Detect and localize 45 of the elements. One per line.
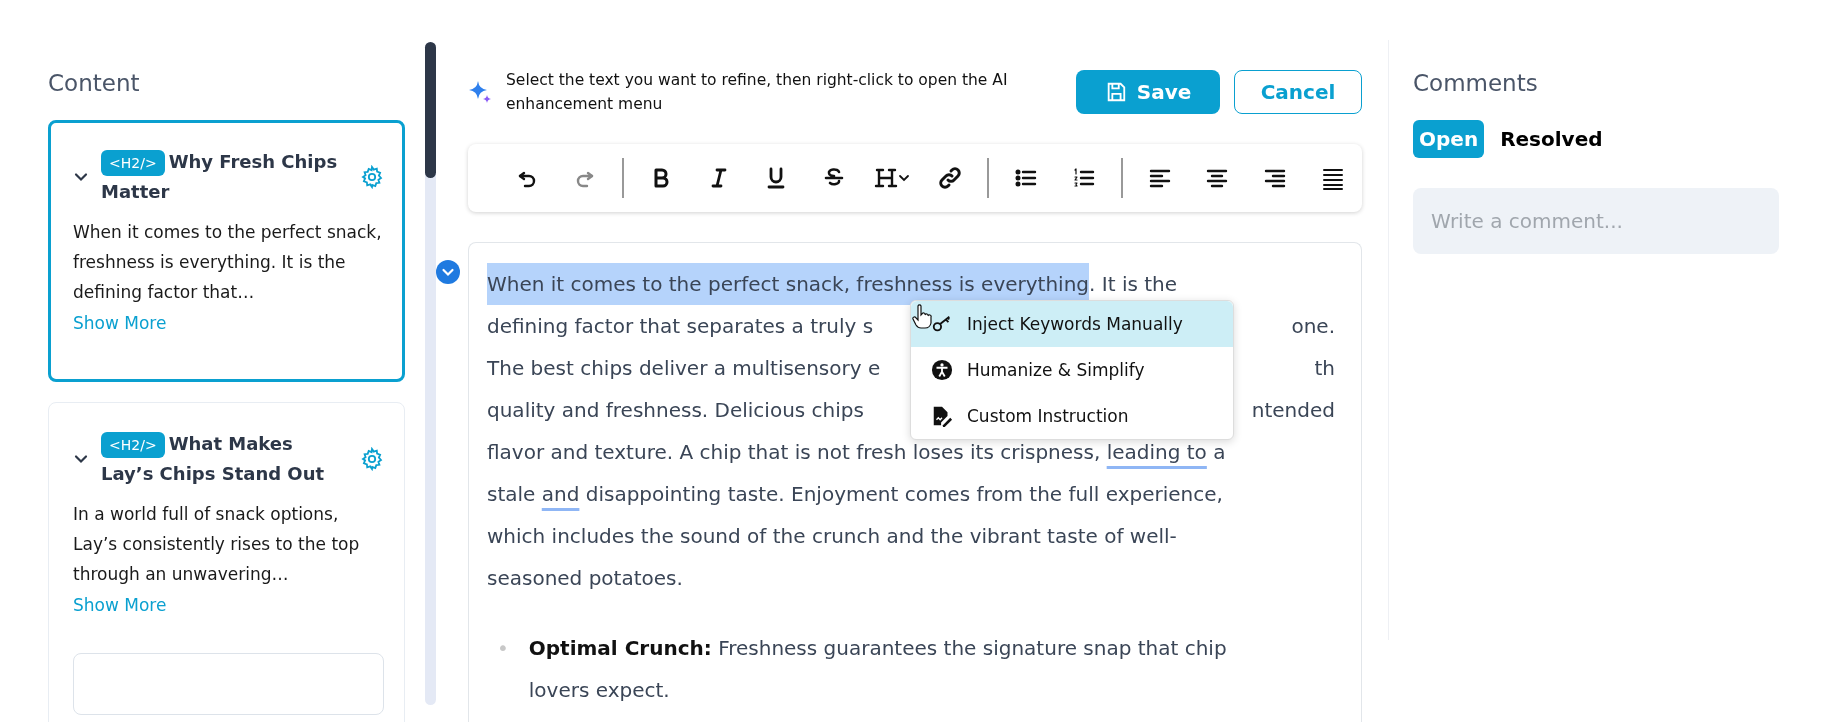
- text-line: . It is the: [1089, 271, 1178, 298]
- chevron-toggle-icon[interactable]: [436, 260, 460, 284]
- text-line: one.: [1291, 313, 1335, 340]
- bullet-text: Optimal Crunch: Freshness guarantees the signature snap that chip lovers expect.: [528, 635, 1228, 704]
- accessibility-icon: [931, 359, 953, 381]
- text-line: a: [1212, 439, 1226, 466]
- section-card[interactable]: <H2/> What Makes Lay’s Chips Stand Out In a world full of snack options, Lay’s consistently rises to the top through an unwavering… Show More: [48, 402, 405, 722]
- text-line: quality and freshness. Delicious chips: [487, 397, 864, 424]
- panel-title: Content: [48, 70, 141, 96]
- text-line: The best chips deliver a multisensory e: [487, 355, 881, 382]
- justify-icon: [1321, 166, 1346, 190]
- menu-item[interactable]: Inject Keywords Manually: [911, 301, 1233, 347]
- sparkle-icon: [468, 80, 492, 104]
- text-line: disappointing taste. Enjoyment comes from the full experience,: [584, 481, 1223, 508]
- text-line: flavor and texture. A chip that is not fresh loses its crispness,: [487, 439, 1102, 466]
- heading-icon: [874, 166, 911, 190]
- heading-tag: <H2/>: [101, 432, 165, 458]
- settings-icon[interactable]: [360, 447, 384, 471]
- text-line: th: [1314, 355, 1335, 382]
- text-line: ntended: [1251, 397, 1335, 424]
- scrollbar-track[interactable]: [425, 42, 436, 705]
- panel-title: Comments: [1413, 70, 1539, 96]
- selected-text: When it comes to the perfect snack, freshness is everything: [487, 263, 1090, 305]
- section-title: <H2/> What Makes Lay’s Chips Stand Out: [101, 431, 326, 486]
- link-icon: [937, 166, 962, 190]
- heading-tag: <H2/>: [101, 150, 165, 176]
- filter-tab[interactable]: Resolved: [1494, 120, 1609, 158]
- menu-item[interactable]: Humanize & Simplify: [911, 347, 1233, 393]
- settings-icon[interactable]: [360, 165, 384, 189]
- hint-text: Select the text you want to refine, then right-click to open the AI enhancement menu: [506, 70, 1009, 115]
- bullet-marker: •: [497, 635, 509, 662]
- scrollbar-thumb[interactable]: [425, 42, 436, 178]
- document-edit-icon: [931, 405, 953, 427]
- section-title: <H2/> Why Fresh Chips Matter: [101, 149, 339, 204]
- section-excerpt: When it comes to the perfect snack, freshness is everything. It is the defining factor that…: [73, 221, 383, 304]
- comment-field[interactable]: Write a comment...: [1413, 188, 1779, 254]
- text-line: defining factor that separates a truly s: [487, 313, 874, 340]
- text-line: which includes the sound of the crunch and the vibrant taste of well-: [487, 523, 1177, 550]
- underlined-text: and: [541, 481, 580, 508]
- underlined-text: leading to: [1106, 439, 1207, 466]
- section-card[interactable]: <H2/> Why Fresh Chips Matter When it comes to the perfect snack, freshness is everything. It is the defining factor that… Show More: [48, 120, 405, 382]
- menu-item[interactable]: Custom Instruction: [911, 393, 1233, 439]
- text-line: seasoned potatoes.: [487, 565, 683, 592]
- text-line: stale: [487, 481, 537, 508]
- section-excerpt: In a world full of snack options, Lay’s consistently rises to the top through an unwavering…: [73, 503, 361, 586]
